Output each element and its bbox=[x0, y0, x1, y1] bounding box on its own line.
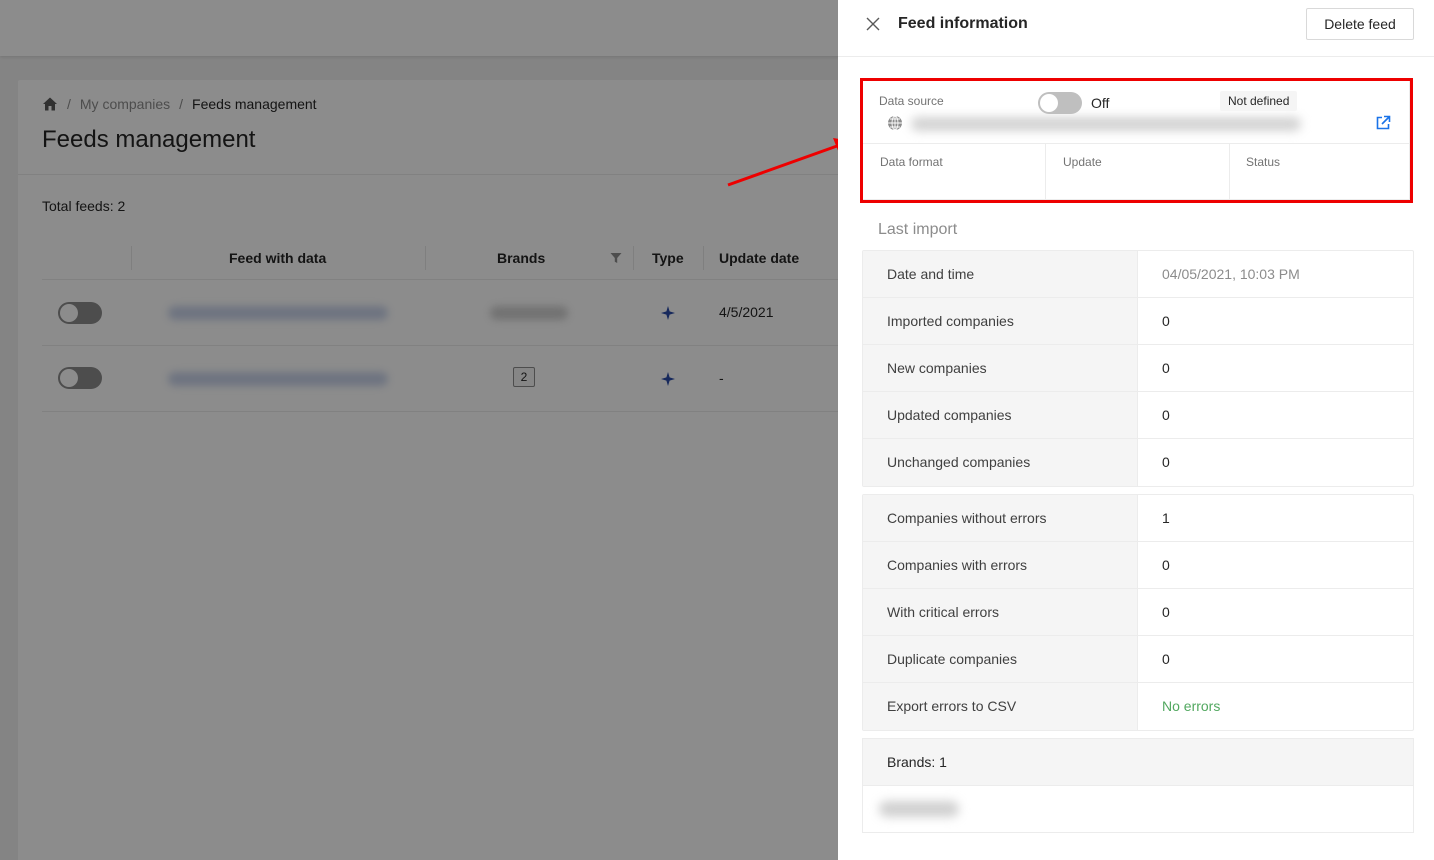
brands-box: Brands: 1 bbox=[862, 738, 1414, 833]
toggle-knob bbox=[1040, 94, 1058, 112]
divider bbox=[1045, 143, 1046, 201]
feed-info-box: Data source Data format Update Status bbox=[862, 80, 1410, 201]
data-source-label: Data source bbox=[879, 94, 944, 108]
error-stats-table: Companies without errors 1 Companies wit… bbox=[862, 494, 1414, 731]
feed-information-drawer: Feed information Delete feed Data source… bbox=[838, 0, 1434, 860]
external-link-icon[interactable] bbox=[1375, 115, 1391, 131]
table-row: With critical errors 0 bbox=[863, 589, 1413, 636]
update-toggle[interactable] bbox=[1038, 92, 1082, 114]
delete-feed-button[interactable]: Delete feed bbox=[1306, 8, 1414, 40]
table-row: Companies with errors 0 bbox=[863, 542, 1413, 589]
row-label: Export errors to CSV bbox=[863, 683, 1138, 730]
table-row: Unchanged companies 0 bbox=[863, 439, 1413, 486]
globe-icon bbox=[888, 115, 902, 131]
modal-overlay[interactable] bbox=[0, 0, 838, 860]
drawer-title: Feed information bbox=[898, 15, 1028, 32]
table-row: Updated companies 0 bbox=[863, 392, 1413, 439]
row-value: 0 bbox=[1162, 360, 1170, 376]
row-label: Date and time bbox=[863, 251, 1138, 297]
drawer-header: Feed information Delete feed bbox=[838, 0, 1434, 57]
row-value: 0 bbox=[1162, 604, 1170, 620]
brand-name-redacted bbox=[879, 801, 959, 817]
row-value: 04/05/2021, 10:03 PM bbox=[1162, 266, 1300, 282]
table-row: Duplicate companies 0 bbox=[863, 636, 1413, 683]
row-label: With critical errors bbox=[863, 589, 1138, 635]
export-errors-link[interactable]: No errors bbox=[1138, 683, 1413, 730]
row-label: Unchanged companies bbox=[863, 439, 1138, 486]
divider bbox=[1229, 143, 1230, 201]
last-import-title: Last import bbox=[878, 221, 958, 238]
update-label: Update bbox=[1063, 155, 1102, 169]
row-label: Duplicate companies bbox=[863, 636, 1138, 682]
table-row: Companies without errors 1 bbox=[863, 495, 1413, 542]
row-value: 0 bbox=[1162, 557, 1170, 573]
row-value: 0 bbox=[1162, 651, 1170, 667]
row-label: Imported companies bbox=[863, 298, 1138, 344]
row-value: 0 bbox=[1162, 313, 1170, 329]
row-label: Companies without errors bbox=[863, 495, 1138, 541]
row-label: New companies bbox=[863, 345, 1138, 391]
data-format-label: Data format bbox=[880, 155, 943, 169]
row-value: 1 bbox=[1162, 510, 1170, 526]
table-row: Imported companies 0 bbox=[863, 298, 1413, 345]
close-icon[interactable] bbox=[866, 17, 880, 31]
divider bbox=[863, 143, 1409, 144]
status-badge: Not defined bbox=[1220, 91, 1298, 111]
table-row: New companies 0 bbox=[863, 345, 1413, 392]
row-label: Updated companies bbox=[863, 392, 1138, 438]
table-row: Export errors to CSV No errors bbox=[863, 683, 1413, 730]
status-label: Status bbox=[1246, 155, 1281, 169]
table-row: Date and time 04/05/2021, 10:03 PM bbox=[863, 251, 1413, 298]
row-label: Companies with errors bbox=[863, 542, 1138, 588]
data-source-url-redacted bbox=[911, 117, 1301, 131]
brands-title: Brands: 1 bbox=[863, 739, 1413, 786]
import-stats-table: Date and time 04/05/2021, 10:03 PM Impor… bbox=[862, 250, 1414, 487]
row-value: 0 bbox=[1162, 454, 1170, 470]
update-toggle-state: Off bbox=[1091, 95, 1110, 111]
row-value: 0 bbox=[1162, 407, 1170, 423]
